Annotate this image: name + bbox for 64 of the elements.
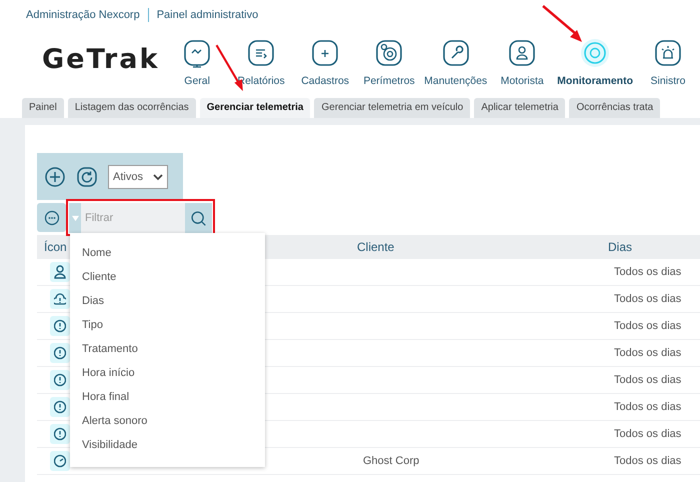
alert-icon [54,427,66,441]
table-cell: Todos os dias [614,293,682,305]
nav-item[interactable]: Perímetros [357,30,422,87]
table-cell: Todos os dias [614,347,682,359]
nav-item[interactable]: Geral [165,30,230,87]
table-cell: Todos os dias [614,455,682,467]
alert-icon [54,346,66,360]
table-cell: Ghost Corp [363,455,420,467]
filter-dropdown-toggle[interactable] [69,203,81,233]
search-icon [190,210,207,226]
table-cell: Todos os dias [614,401,682,413]
logo: GeTrak [41,43,160,75]
tab[interactable]: Listagem das ocorrências [68,98,196,118]
menu-item[interactable]: Alerta sonoro [70,409,265,433]
company-name: Administração Nexcorp [26,9,140,21]
more-button[interactable] [37,203,66,232]
table-cell: Todos os dias [614,266,682,278]
tab[interactable]: Painel [22,98,64,118]
folder-icon [310,38,340,68]
gauge-icon [54,454,66,468]
refresh-icon[interactable] [76,166,98,188]
more-icon [44,210,60,226]
tab[interactable]: Gerenciar telemetria [200,98,310,118]
column-header: Ícon [44,240,67,254]
menu-item[interactable]: Visibilidade [70,433,265,457]
nav-item[interactable]: Monitoramento [554,30,636,87]
alert-icon [54,319,66,333]
person-icon [507,38,538,68]
tab[interactable]: Aplicar telemetria [474,98,566,118]
tab[interactable]: Ocorrências trata [569,98,660,118]
add-icon[interactable] [44,166,66,188]
nav-item[interactable]: Sinistro [636,30,700,87]
table-cell: Todos os dias [614,428,682,440]
nav-item[interactable]: Cadastros [293,30,358,87]
menu-item[interactable]: Tipo [70,313,265,337]
target-icon [374,38,404,68]
monitor-icon [182,38,212,68]
person-icon [54,265,66,279]
menu-item[interactable]: Dias [70,289,265,313]
nav-item[interactable]: Relatórios [229,30,294,87]
report-icon [246,38,276,68]
wrench-icon [440,38,471,68]
search-button[interactable] [185,203,212,233]
alert-icon [54,373,66,387]
circle-icon [580,38,610,68]
chevron-down-icon [153,172,163,182]
tab[interactable]: Gerenciar telemetria em veículo [314,98,470,118]
triangle-down-icon [72,214,78,222]
nav-item[interactable]: Motorista [490,30,554,87]
table-cell: Todos os dias [614,320,682,332]
column-header: Cliente [357,240,394,254]
alert-icon [54,400,66,414]
siren-icon [653,38,683,68]
menu-item[interactable]: Tratamento [70,337,265,361]
section-name: Painel administrativo [156,9,258,21]
column-header: Dias [608,240,632,254]
menu-item[interactable]: Nome [70,241,265,265]
menu-item[interactable]: Cliente [70,265,265,289]
cloud-icon [54,292,66,306]
status-select[interactable]: Ativos [108,164,168,188]
menu-item[interactable]: Hora final [70,385,265,409]
table-cell: Todos os dias [614,374,682,386]
menu-item[interactable]: Hora início [70,361,265,385]
nav-item[interactable]: Manutenções [421,30,490,87]
